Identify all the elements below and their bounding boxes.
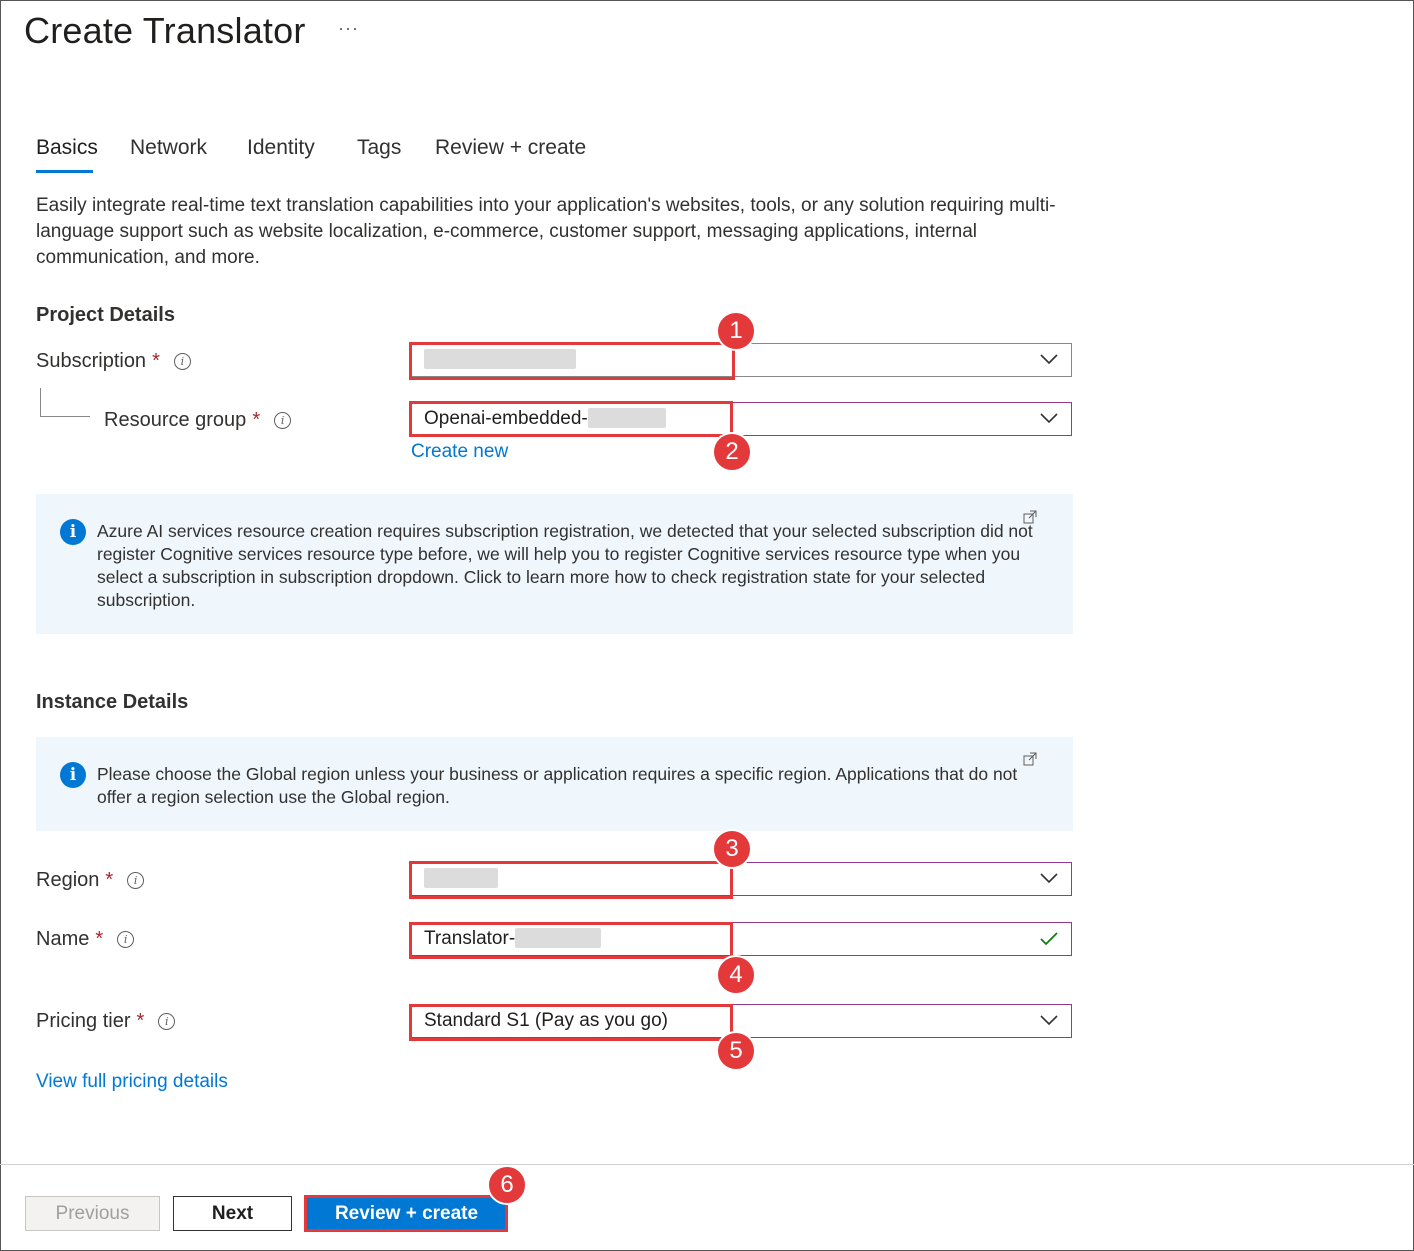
registration-info-text: Azure AI services resource creation requ…	[97, 521, 1033, 610]
step-badge-6: 6	[487, 1165, 527, 1205]
name-label: Name * i	[36, 928, 135, 951]
step-badge-2: 2	[712, 432, 752, 472]
create-new-link[interactable]: Create new	[411, 441, 508, 463]
chevron-down-icon	[1040, 413, 1058, 424]
info-icon[interactable]: i	[127, 872, 145, 889]
project-details-heading: Project Details	[36, 304, 175, 326]
info-icon[interactable]: i	[117, 931, 135, 948]
highlight-box	[409, 1004, 733, 1041]
region-label-text: Region	[36, 869, 100, 891]
subscription-label: Subscription * i	[36, 350, 191, 373]
tree-connector	[40, 388, 41, 416]
external-link-icon[interactable]	[1023, 510, 1037, 524]
more-options-button[interactable]: ···	[338, 18, 359, 39]
pricing-tier-label: Pricing tier * i	[36, 1010, 176, 1033]
resource-group-label-text: Resource group	[104, 409, 247, 431]
required-mark: *	[105, 869, 114, 891]
required-mark: *	[136, 1010, 145, 1032]
step-badge-1: 1	[716, 311, 756, 351]
tab-basics[interactable]: Basics	[36, 136, 98, 160]
tree-connector	[40, 416, 90, 417]
region-label: Region * i	[36, 869, 145, 892]
registration-info-box: i Azure AI services resource creation re…	[36, 494, 1073, 634]
required-mark: *	[252, 409, 261, 431]
region-info-box: i Please choose the Global region unless…	[36, 737, 1073, 831]
page-description: Easily integrate real-time text translat…	[36, 195, 1056, 268]
instance-details-heading: Instance Details	[36, 691, 189, 713]
region-info-text: Please choose the Global region unless y…	[97, 764, 1018, 807]
next-button[interactable]: Next	[173, 1196, 292, 1231]
info-icon[interactable]: i	[173, 353, 191, 370]
step-badge-4: 4	[716, 955, 756, 995]
tab-identity[interactable]: Identity	[247, 136, 315, 160]
tab-review-create[interactable]: Review + create	[435, 136, 586, 160]
chevron-down-icon	[1040, 1015, 1058, 1026]
chevron-down-icon	[1040, 354, 1058, 365]
highlight-box	[409, 922, 733, 959]
pricing-tier-label-text: Pricing tier	[36, 1010, 131, 1032]
highlight-box	[304, 1195, 508, 1232]
info-filled-icon: i	[60, 762, 86, 788]
chevron-down-icon	[1040, 873, 1058, 884]
footer-divider	[0, 1164, 1414, 1165]
tab-tags[interactable]: Tags	[357, 136, 401, 160]
required-mark: *	[152, 350, 160, 372]
info-icon[interactable]: i	[158, 1013, 176, 1030]
previous-button[interactable]: Previous	[25, 1196, 160, 1231]
subscription-label-text: Subscription	[36, 350, 147, 372]
name-label-text: Name	[36, 928, 90, 950]
info-icon[interactable]: i	[274, 412, 292, 429]
highlight-box	[409, 401, 733, 437]
external-link-icon[interactable]	[1023, 752, 1037, 766]
required-mark: *	[95, 928, 104, 950]
highlight-box	[409, 342, 735, 380]
step-badge-5: 5	[716, 1031, 756, 1071]
view-pricing-link[interactable]: View full pricing details	[36, 1071, 228, 1093]
tab-network[interactable]: Network	[130, 136, 207, 160]
active-tab-indicator	[36, 170, 93, 173]
step-badge-3: 3	[712, 829, 752, 869]
resource-group-label: Resource group * i	[104, 409, 292, 432]
checkmark-icon	[1040, 932, 1058, 946]
page-title: Create Translator	[24, 10, 306, 51]
highlight-box	[409, 861, 733, 899]
info-filled-icon: i	[60, 519, 86, 545]
